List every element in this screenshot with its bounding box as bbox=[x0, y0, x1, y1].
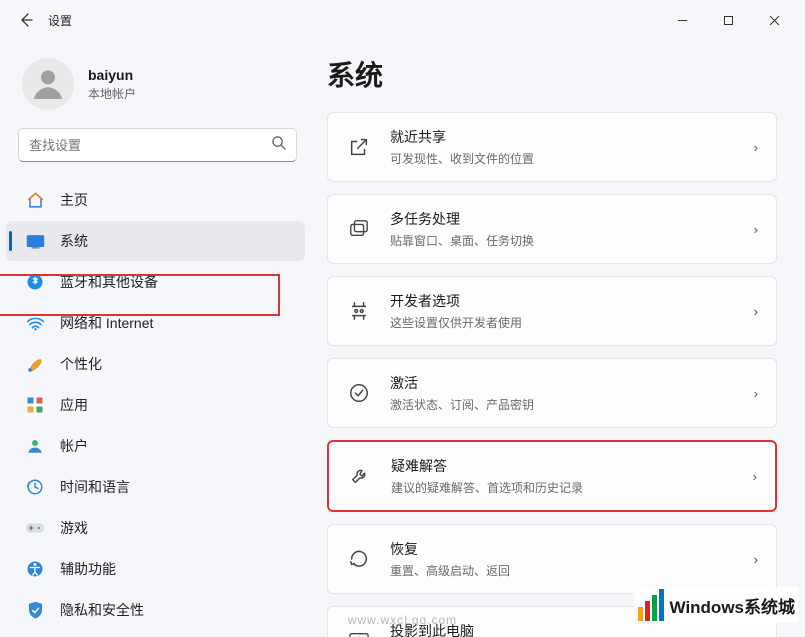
gaming-icon bbox=[24, 517, 46, 539]
chevron-right-icon: › bbox=[754, 386, 758, 401]
back-button[interactable] bbox=[8, 2, 44, 38]
card-title: 投影到此电脑 bbox=[390, 621, 754, 637]
recovery-icon bbox=[346, 546, 372, 572]
avatar bbox=[22, 58, 74, 110]
brand-text: Windows系统城 bbox=[670, 593, 795, 618]
window-title: 设置 bbox=[48, 12, 72, 29]
maximize-button[interactable] bbox=[705, 4, 751, 36]
nav-apps[interactable]: 应用 bbox=[6, 385, 305, 425]
card-sub: 重置、高级启动、返回 bbox=[390, 562, 754, 579]
chevron-right-icon: › bbox=[754, 552, 758, 567]
privacy-icon bbox=[24, 599, 46, 621]
share-icon bbox=[346, 134, 372, 160]
minimize-icon bbox=[677, 15, 688, 26]
account-type: 本地帐户 bbox=[88, 85, 136, 102]
chevron-right-icon: › bbox=[753, 469, 757, 484]
card-texts: 恢复 重置、高级启动、返回 bbox=[390, 539, 754, 579]
nav-label: 时间和语言 bbox=[60, 477, 130, 497]
chevron-right-icon: › bbox=[754, 222, 758, 237]
activation-icon bbox=[346, 380, 372, 406]
card-developer[interactable]: 开发者选项 这些设置仅供开发者使用 › bbox=[327, 276, 777, 346]
card-title: 开发者选项 bbox=[390, 291, 754, 311]
nav-label: 帐户 bbox=[60, 436, 88, 456]
card-activation[interactable]: 激活 激活状态、订阅、产品密钥 › bbox=[327, 358, 777, 428]
person-icon bbox=[28, 64, 68, 104]
card-texts: 就近共享 可发现性、收到文件的位置 bbox=[390, 127, 754, 167]
card-title: 就近共享 bbox=[390, 127, 754, 147]
multitask-icon bbox=[346, 216, 372, 242]
nav-gaming[interactable]: 游戏 bbox=[6, 508, 305, 548]
account-text: baiyun 本地帐户 bbox=[88, 67, 136, 102]
search-box[interactable] bbox=[18, 128, 297, 162]
accounts-icon bbox=[24, 435, 46, 457]
nav-home[interactable]: 主页 bbox=[6, 180, 305, 220]
nav-accounts[interactable]: 帐户 bbox=[6, 426, 305, 466]
developer-icon bbox=[346, 298, 372, 324]
card-multitasking[interactable]: 多任务处理 贴靠窗口、桌面、任务切换 › bbox=[327, 194, 777, 264]
apps-icon bbox=[24, 394, 46, 416]
card-sub: 可发现性、收到文件的位置 bbox=[390, 150, 754, 167]
accessibility-icon bbox=[24, 558, 46, 580]
nav-bluetooth[interactable]: 蓝牙和其他设备 bbox=[6, 262, 305, 302]
close-icon bbox=[769, 15, 780, 26]
search-input[interactable] bbox=[29, 138, 271, 153]
bluetooth-icon bbox=[24, 271, 46, 293]
card-nearby-share[interactable]: 就近共享 可发现性、收到文件的位置 › bbox=[327, 112, 777, 182]
nav-label: 系统 bbox=[60, 231, 88, 251]
card-title: 多任务处理 bbox=[390, 209, 754, 229]
account-name: baiyun bbox=[88, 67, 136, 83]
card-texts: 开发者选项 这些设置仅供开发者使用 bbox=[390, 291, 754, 331]
nav-time[interactable]: 时间和语言 bbox=[6, 467, 305, 507]
card-sub: 激活状态、订阅、产品密钥 bbox=[390, 396, 754, 413]
nav-label: 游戏 bbox=[60, 518, 88, 538]
nav-label: 蓝牙和其他设备 bbox=[60, 272, 158, 292]
network-icon bbox=[24, 312, 46, 334]
nav-label: 辅助功能 bbox=[60, 559, 116, 579]
page-title: 系统 bbox=[327, 54, 777, 94]
system-icon bbox=[24, 230, 46, 252]
troubleshoot-icon bbox=[347, 463, 373, 489]
chevron-right-icon: › bbox=[754, 304, 758, 319]
chevron-right-icon: › bbox=[754, 634, 758, 637]
chevron-right-icon: › bbox=[754, 140, 758, 155]
minimize-button[interactable] bbox=[659, 4, 705, 36]
search-icon bbox=[271, 135, 286, 155]
nav-personalize[interactable]: 个性化 bbox=[6, 344, 305, 384]
nav-system[interactable]: 系统 bbox=[6, 221, 305, 261]
nav-label: 网络和 Internet bbox=[60, 313, 153, 333]
nav-label: 应用 bbox=[60, 395, 88, 415]
card-title: 疑难解答 bbox=[391, 456, 753, 476]
card-title: 激活 bbox=[390, 373, 754, 393]
nav-label: 主页 bbox=[60, 190, 88, 210]
account-block[interactable]: baiyun 本地帐户 bbox=[18, 50, 305, 128]
card-sub: 建议的疑难解答、首选项和历史记录 bbox=[391, 479, 753, 496]
nav-privacy[interactable]: 隐私和安全性 bbox=[6, 590, 305, 630]
arrow-left-icon bbox=[18, 12, 34, 28]
nav-label: 隐私和安全性 bbox=[60, 600, 144, 620]
nav-network[interactable]: 网络和 Internet bbox=[6, 303, 305, 343]
personalize-icon bbox=[24, 353, 46, 375]
card-texts: 激活 激活状态、订阅、产品密钥 bbox=[390, 373, 754, 413]
maximize-icon bbox=[723, 15, 734, 26]
brand-bars-icon bbox=[638, 589, 664, 621]
card-sub: 贴靠窗口、桌面、任务切换 bbox=[390, 232, 754, 249]
card-texts: 投影到此电脑 权限、配对 PIN、可发现性 bbox=[390, 621, 754, 637]
close-button[interactable] bbox=[751, 4, 797, 36]
nav-accessibility[interactable]: 辅助功能 bbox=[6, 549, 305, 589]
project-icon bbox=[346, 628, 372, 637]
window-controls bbox=[659, 4, 797, 36]
card-texts: 疑难解答 建议的疑难解答、首选项和历史记录 bbox=[391, 456, 753, 496]
card-sub: 这些设置仅供开发者使用 bbox=[390, 314, 754, 331]
card-texts: 多任务处理 贴靠窗口、桌面、任务切换 bbox=[390, 209, 754, 249]
nav: 主页 系统 蓝牙和其他设备 网络和 Internet 个性化 bbox=[6, 180, 305, 630]
nav-label: 个性化 bbox=[60, 354, 102, 374]
card-title: 恢复 bbox=[390, 539, 754, 559]
card-recovery[interactable]: 恢复 重置、高级启动、返回 › bbox=[327, 524, 777, 594]
brand-logo: Windows系统城 bbox=[634, 587, 799, 623]
title-bar: 设置 bbox=[0, 0, 805, 40]
home-icon bbox=[24, 189, 46, 211]
time-icon bbox=[24, 476, 46, 498]
card-troubleshoot[interactable]: 疑难解答 建议的疑难解答、首选项和历史记录 › bbox=[327, 440, 777, 512]
